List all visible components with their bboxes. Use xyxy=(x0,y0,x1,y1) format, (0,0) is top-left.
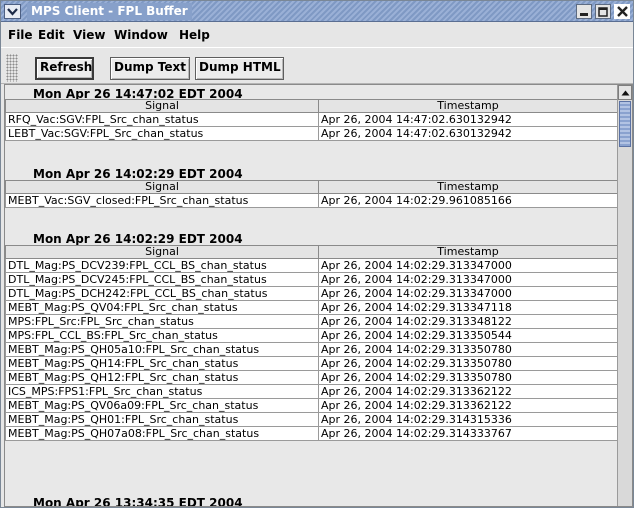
timestamp-cell: Apr 26, 2004 14:02:29.313347118 xyxy=(318,300,617,315)
table-row[interactable]: DTL_Mag:PS_DCV239:FPL_CCL_BS_chan_status… xyxy=(5,258,617,273)
table-row[interactable]: DTL_Mag:PS_DCH242:FPL_CCL_BS_chan_status… xyxy=(5,286,617,301)
timestamp-cell: Apr 26, 2004 14:02:29.961085166 xyxy=(318,193,617,208)
menu-bar: File Edit View Window Help xyxy=(1,23,633,46)
signal-column-header[interactable]: Signal xyxy=(5,180,319,194)
table-row[interactable]: MEBT_Mag:PS_QV06a09:FPL_Src_chan_status A… xyxy=(5,398,617,413)
signal-column-header[interactable]: Signal xyxy=(5,99,319,113)
window-title: MPS Client - FPL Buffer xyxy=(27,3,192,20)
timestamp-cell: Apr 26, 2004 14:47:02.630132942 xyxy=(318,112,617,127)
table-row[interactable]: MEBT_Vac:SGV_closed:FPL_Src_chan_status A… xyxy=(5,193,617,208)
signal-table: Signal Timestamp MEBT_Vac:SGV_closed:FPL_S… xyxy=(5,180,617,208)
timestamp-cell: Apr 26, 2004 14:02:29.313348122 xyxy=(318,314,617,329)
timestamp-cell: Apr 26, 2004 14:02:29.313347000 xyxy=(318,258,617,273)
table-row[interactable]: LEBT_Vac:SGV:FPL_Src_chan_status Apr 26, … xyxy=(5,126,617,141)
signal-cell: MEBT_Mag:PS_QH12:FPL_Src_chan_status xyxy=(5,370,319,385)
menu-file[interactable]: File xyxy=(8,27,33,43)
toolbar-grip-icon[interactable] xyxy=(6,54,18,82)
table-row[interactable]: DTL_Mag:PS_DCV245:FPL_CCL_BS_chan_status… xyxy=(5,272,617,287)
timestamp-cell: Apr 26, 2004 14:02:29.313350780 xyxy=(318,370,617,385)
timestamp-cell: Apr 26, 2004 14:02:29.313347000 xyxy=(318,286,617,301)
signal-cell: MEBT_Mag:PS_QH07a08:FPL_Src_chan_status xyxy=(5,426,319,441)
signal-cell: DTL_Mag:PS_DCV245:FPL_CCL_BS_chan_status xyxy=(5,272,319,287)
timestamp-cell: Apr 26, 2004 14:02:29.314333767 xyxy=(318,426,617,441)
signal-cell: MEBT_Mag:PS_QH01:FPL_Src_chan_status xyxy=(5,412,319,427)
table-row[interactable]: MEBT_Mag:PS_QH01:FPL_Src_chan_status Apr … xyxy=(5,412,617,427)
dump-html-button[interactable]: Dump HTML xyxy=(195,57,284,80)
timestamp-cell: Apr 26, 2004 14:02:29.313362122 xyxy=(318,398,617,413)
section-timestamp-title: Mon Apr 26 13:34:35 EDT 2004 xyxy=(33,496,243,506)
signal-cell: MEBT_Mag:PS_QH14:FPL_Src_chan_status xyxy=(5,356,319,371)
mps-client-window: MPS Client - FPL Buffer File Edit View W… xyxy=(0,0,634,508)
signal-table: Signal Timestamp RFQ_Vac:SGV:FPL_Src_chan_… xyxy=(5,99,617,141)
close-button[interactable] xyxy=(614,4,630,19)
signal-cell: MPS:FPL_CCL_BS:FPL_Src_chan_status xyxy=(5,328,319,343)
menu-help[interactable]: Help xyxy=(179,27,210,43)
table-row[interactable]: MEBT_Mag:PS_QH07a08:FPL_Src_chan_status A… xyxy=(5,426,617,441)
timestamp-cell: Apr 26, 2004 14:47:02.630132942 xyxy=(318,126,617,141)
table-row[interactable]: RFQ_Vac:SGV:FPL_Src_chan_status Apr 26, 2… xyxy=(5,112,617,127)
toolbar: Refresh Dump Text Dump HTML xyxy=(1,47,633,84)
menu-edit[interactable]: Edit xyxy=(38,27,65,43)
table-row[interactable]: MEBT_Mag:PS_QV04:FPL_Src_chan_status Apr … xyxy=(5,300,617,315)
signal-cell: MEBT_Mag:PS_QV04:FPL_Src_chan_status xyxy=(5,300,319,315)
timestamp-cell: Apr 26, 2004 14:02:29.313347000 xyxy=(318,272,617,287)
scroll-up-arrow-icon[interactable] xyxy=(618,85,632,100)
timestamp-cell: Apr 26, 2004 14:02:29.313362122 xyxy=(318,384,617,399)
table-row[interactable]: MEBT_Mag:PS_QH05a10:FPL_Src_chan_status A… xyxy=(5,342,617,357)
table-row[interactable]: MPS:FPL_Src:FPL_Src_chan_status Apr 26, 2… xyxy=(5,314,617,329)
signal-cell: MEBT_Vac:SGV_closed:FPL_Src_chan_status xyxy=(5,193,319,208)
window-menu-chevron-icon[interactable] xyxy=(4,4,21,19)
section-timestamp-title: Mon Apr 26 14:02:29 EDT 2004 xyxy=(33,167,243,181)
table-row[interactable]: ICS_MPS:FPS1:FPL_Src_chan_status Apr 26, … xyxy=(5,384,617,399)
minimize-button[interactable] xyxy=(576,4,592,19)
table-row[interactable]: MPS:FPL_CCL_BS:FPL_Src_chan_status Apr 26… xyxy=(5,328,617,343)
scrollbar-thumb[interactable] xyxy=(619,101,631,147)
buffer-scroll-pane[interactable]: Mon Apr 26 14:47:02 EDT 2004 Signal Timest… xyxy=(4,84,633,507)
signal-cell: LEBT_Vac:SGV:FPL_Src_chan_status xyxy=(5,126,319,141)
timestamp-cell: Apr 26, 2004 14:02:29.313350780 xyxy=(318,356,617,371)
signal-cell: MEBT_Mag:PS_QV06a09:FPL_Src_chan_status xyxy=(5,398,319,413)
timestamp-column-header[interactable]: Timestamp xyxy=(318,245,617,259)
signal-cell: DTL_Mag:PS_DCV239:FPL_CCL_BS_chan_status xyxy=(5,258,319,273)
signal-cell: ICS_MPS:FPS1:FPL_Src_chan_status xyxy=(5,384,319,399)
signal-cell: MPS:FPL_Src:FPL_Src_chan_status xyxy=(5,314,319,329)
table-row[interactable]: MEBT_Mag:PS_QH12:FPL_Src_chan_status Apr … xyxy=(5,370,617,385)
section-timestamp-title: Mon Apr 26 14:02:29 EDT 2004 xyxy=(33,232,243,246)
timestamp-cell: Apr 26, 2004 14:02:29.313350780 xyxy=(318,342,617,357)
title-bar[interactable]: MPS Client - FPL Buffer xyxy=(1,1,633,22)
menu-view[interactable]: View xyxy=(73,27,105,43)
refresh-button[interactable]: Refresh xyxy=(35,57,94,80)
menu-window[interactable]: Window xyxy=(114,27,168,43)
maximize-button[interactable] xyxy=(595,4,611,19)
timestamp-cell: Apr 26, 2004 14:02:29.314315336 xyxy=(318,412,617,427)
timestamp-column-header[interactable]: Timestamp xyxy=(318,99,617,113)
table-row[interactable]: MEBT_Mag:PS_QH14:FPL_Src_chan_status Apr … xyxy=(5,356,617,371)
timestamp-column-header[interactable]: Timestamp xyxy=(318,180,617,194)
timestamp-cell: Apr 26, 2004 14:02:29.313350544 xyxy=(318,328,617,343)
dump-text-button[interactable]: Dump Text xyxy=(110,57,190,80)
signal-cell: RFQ_Vac:SGV:FPL_Src_chan_status xyxy=(5,112,319,127)
signal-table: Signal Timestamp DTL_Mag:PS_DCV239:FPL_CCL… xyxy=(5,245,617,441)
buffer-content: Mon Apr 26 14:47:02 EDT 2004 Signal Timest… xyxy=(5,85,617,506)
signal-cell: MEBT_Mag:PS_QH05a10:FPL_Src_chan_status xyxy=(5,342,319,357)
signal-cell: DTL_Mag:PS_DCH242:FPL_CCL_BS_chan_status xyxy=(5,286,319,301)
signal-column-header[interactable]: Signal xyxy=(5,245,319,259)
vertical-scrollbar[interactable] xyxy=(617,85,632,506)
